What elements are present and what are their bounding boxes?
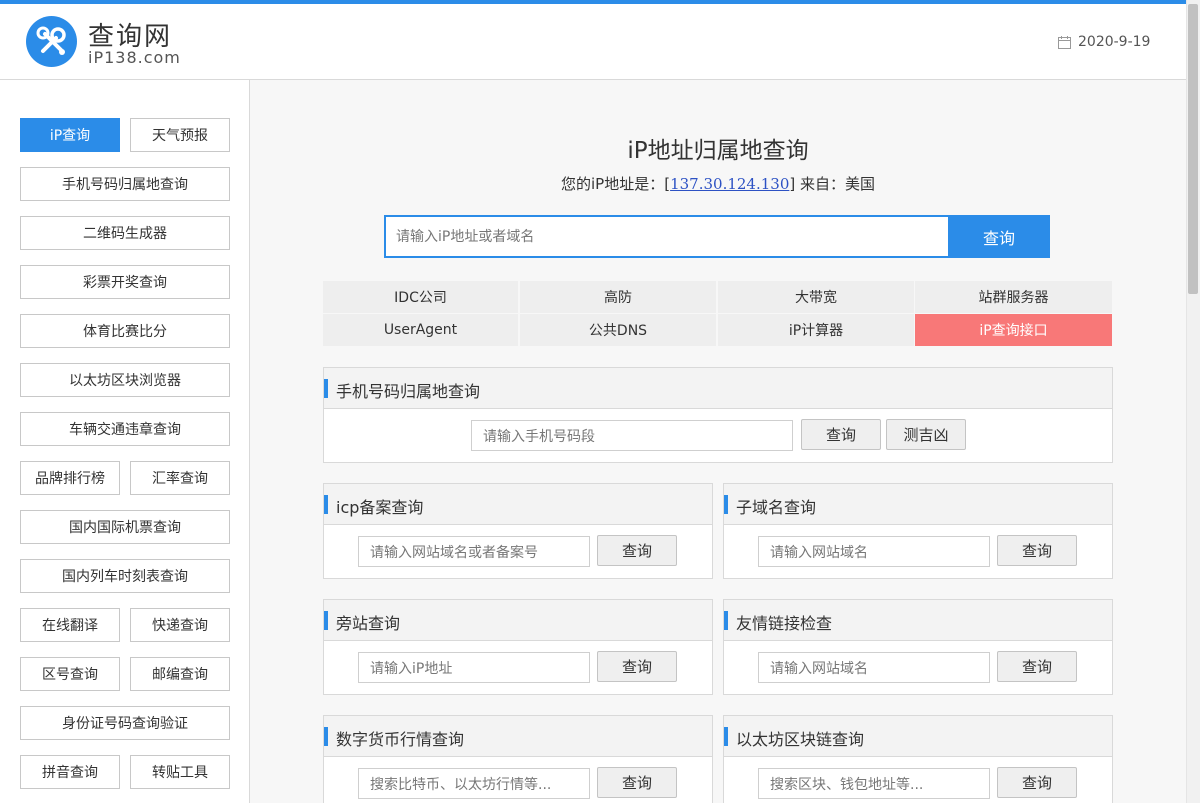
- date-display: 2020-9-19: [1058, 34, 1150, 50]
- link-cluster-server[interactable]: 站群服务器: [915, 281, 1112, 313]
- sidebar-item-sports[interactable]: 体育比赛比分: [20, 314, 230, 348]
- friendlink-input[interactable]: 请输入网站域名: [758, 652, 990, 683]
- mobile-query-button[interactable]: 查询: [801, 419, 881, 450]
- panel-sidesite: 旁站查询 请输入iP地址 查询: [323, 599, 713, 695]
- panel-crypto: 数字货币行情查询 搜索比特币、以太坊行情等... 查询: [323, 715, 713, 803]
- ip-search-button[interactable]: 查询: [948, 215, 1050, 258]
- mobile-fortune-button[interactable]: 测吉凶: [886, 419, 966, 450]
- panel-accent-bar: [324, 379, 328, 398]
- ip-search-input[interactable]: [396, 217, 946, 256]
- panel-title: 数字货币行情查询: [336, 730, 465, 749]
- sidebar-item-flights[interactable]: 国内国际机票查询: [20, 510, 230, 544]
- icp-query-button[interactable]: 查询: [597, 535, 677, 566]
- panel-title: 友情链接检查: [736, 614, 833, 633]
- icp-input[interactable]: 请输入网站域名或者备案号: [358, 536, 590, 567]
- panel-subdomain: 子域名查询 请输入网站域名 查询: [723, 483, 1113, 579]
- my-ip-suffix: ] 来自：美国: [789, 175, 875, 193]
- panel-header: 手机号码归属地查询: [324, 368, 1112, 409]
- crypto-input[interactable]: 搜索比特币、以太坊行情等...: [358, 768, 590, 799]
- panel-accent-bar: [724, 611, 728, 630]
- sidebar-item-qrcode[interactable]: 二维码生成器: [20, 216, 230, 250]
- panel-mobile: 手机号码归属地查询 请输入手机号码段 查询 测吉凶: [323, 367, 1113, 463]
- date-text: 2020-9-19: [1078, 34, 1151, 50]
- sidebar-item-zipcode[interactable]: 邮编查询: [130, 657, 230, 691]
- sidebar-item-eth-explorer[interactable]: 以太坊区块浏览器: [20, 363, 230, 397]
- sidesite-input[interactable]: 请输入iP地址: [358, 652, 590, 683]
- friendlink-query-button[interactable]: 查询: [997, 651, 1077, 682]
- link-ip-calculator[interactable]: iP计算器: [718, 314, 914, 346]
- tools-icon[interactable]: [26, 16, 77, 67]
- sidebar-item-trains[interactable]: 国内列车时刻表查询: [20, 559, 230, 593]
- ip-search-box: 查询: [384, 215, 1050, 258]
- panel-accent-bar: [724, 495, 728, 514]
- sidebar-item-exchange[interactable]: 汇率查询: [130, 461, 230, 495]
- panel-eth: 以太坊区块链查询 搜索区块、钱包地址等... 查询: [723, 715, 1113, 803]
- sidebar-item-mobile[interactable]: 手机号码归属地查询: [20, 167, 230, 201]
- sidesite-query-button[interactable]: 查询: [597, 651, 677, 682]
- sidebar-item-express[interactable]: 快递查询: [130, 608, 230, 642]
- link-ddos[interactable]: 高防: [520, 281, 716, 313]
- panel-header: 子域名查询: [724, 484, 1112, 525]
- page-scrollbar[interactable]: [1186, 0, 1200, 803]
- panel-friendlink: 友情链接检查 请输入网站域名 查询: [723, 599, 1113, 695]
- mobile-input[interactable]: 请输入手机号码段: [471, 420, 793, 451]
- quick-links-grid: IDC公司 高防 大带宽 站群服务器 UserAgent 公共DNS iP计算器…: [323, 281, 1113, 346]
- link-public-dns[interactable]: 公共DNS: [520, 314, 716, 346]
- link-bandwidth[interactable]: 大带宽: [718, 281, 914, 313]
- subdomain-input[interactable]: 请输入网站域名: [758, 536, 990, 567]
- page-title: iP地址归属地查询: [627, 138, 809, 164]
- panel-header: 数字货币行情查询: [324, 716, 712, 757]
- panel-title: 手机号码归属地查询: [336, 382, 481, 401]
- panel-title: icp备案查询: [336, 498, 424, 517]
- sidebar-item-areacode[interactable]: 区号查询: [20, 657, 120, 691]
- site-domain[interactable]: iP138.com: [88, 48, 181, 67]
- sidebar-item-pinyin[interactable]: 拼音查询: [20, 755, 120, 789]
- panel-header: 旁站查询: [324, 600, 712, 641]
- panel-header: 以太坊区块链查询: [724, 716, 1112, 757]
- eth-input[interactable]: 搜索区块、钱包地址等...: [758, 768, 990, 799]
- sidebar-item-idcard[interactable]: 身份证号码查询验证: [20, 706, 230, 740]
- sidebar-item-translate[interactable]: 在线翻译: [20, 608, 120, 642]
- panel-accent-bar: [324, 727, 328, 746]
- link-useragent[interactable]: UserAgent: [323, 314, 518, 346]
- calendar-icon: [1058, 35, 1071, 49]
- link-ip-api[interactable]: iP查询接口: [915, 314, 1112, 346]
- my-ip-link[interactable]: 137.30.124.130: [670, 175, 789, 193]
- panel-title: 子域名查询: [736, 498, 817, 517]
- header: 查询网 iP138.com 2020-9-19: [0, 4, 1186, 80]
- my-ip-line: 您的iP地址是：[137.30.124.130] 来自：美国: [323, 173, 1113, 194]
- my-ip-prefix: 您的iP地址是：[: [561, 175, 671, 193]
- panel-header: icp备案查询: [324, 484, 712, 525]
- sidebar: iP查询 天气预报 手机号码归属地查询 二维码生成器 彩票开奖查询 体育比赛比分…: [0, 80, 250, 803]
- panel-accent-bar: [324, 611, 328, 630]
- sidebar-item-ip-query[interactable]: iP查询: [20, 118, 120, 152]
- sidebar-item-weather[interactable]: 天气预报: [130, 118, 230, 152]
- sidebar-item-traffic[interactable]: 车辆交通违章查询: [20, 412, 230, 446]
- scrollbar-thumb[interactable]: [1188, 4, 1198, 294]
- sidebar-item-lottery[interactable]: 彩票开奖查询: [20, 265, 230, 299]
- panel-header: 友情链接检查: [724, 600, 1112, 641]
- panel-icp: icp备案查询 请输入网站域名或者备案号 查询: [323, 483, 713, 579]
- sidebar-item-brand[interactable]: 品牌排行榜: [20, 461, 120, 495]
- eth-query-button[interactable]: 查询: [997, 767, 1077, 798]
- panel-accent-bar: [324, 495, 328, 514]
- panel-accent-bar: [724, 727, 728, 746]
- panel-title: 旁站查询: [336, 614, 401, 633]
- subdomain-query-button[interactable]: 查询: [997, 535, 1077, 566]
- panel-title: 以太坊区块链查询: [736, 730, 865, 749]
- sidebar-item-repost[interactable]: 转贴工具: [130, 755, 230, 789]
- crypto-query-button[interactable]: 查询: [597, 767, 677, 798]
- link-idc[interactable]: IDC公司: [323, 281, 518, 313]
